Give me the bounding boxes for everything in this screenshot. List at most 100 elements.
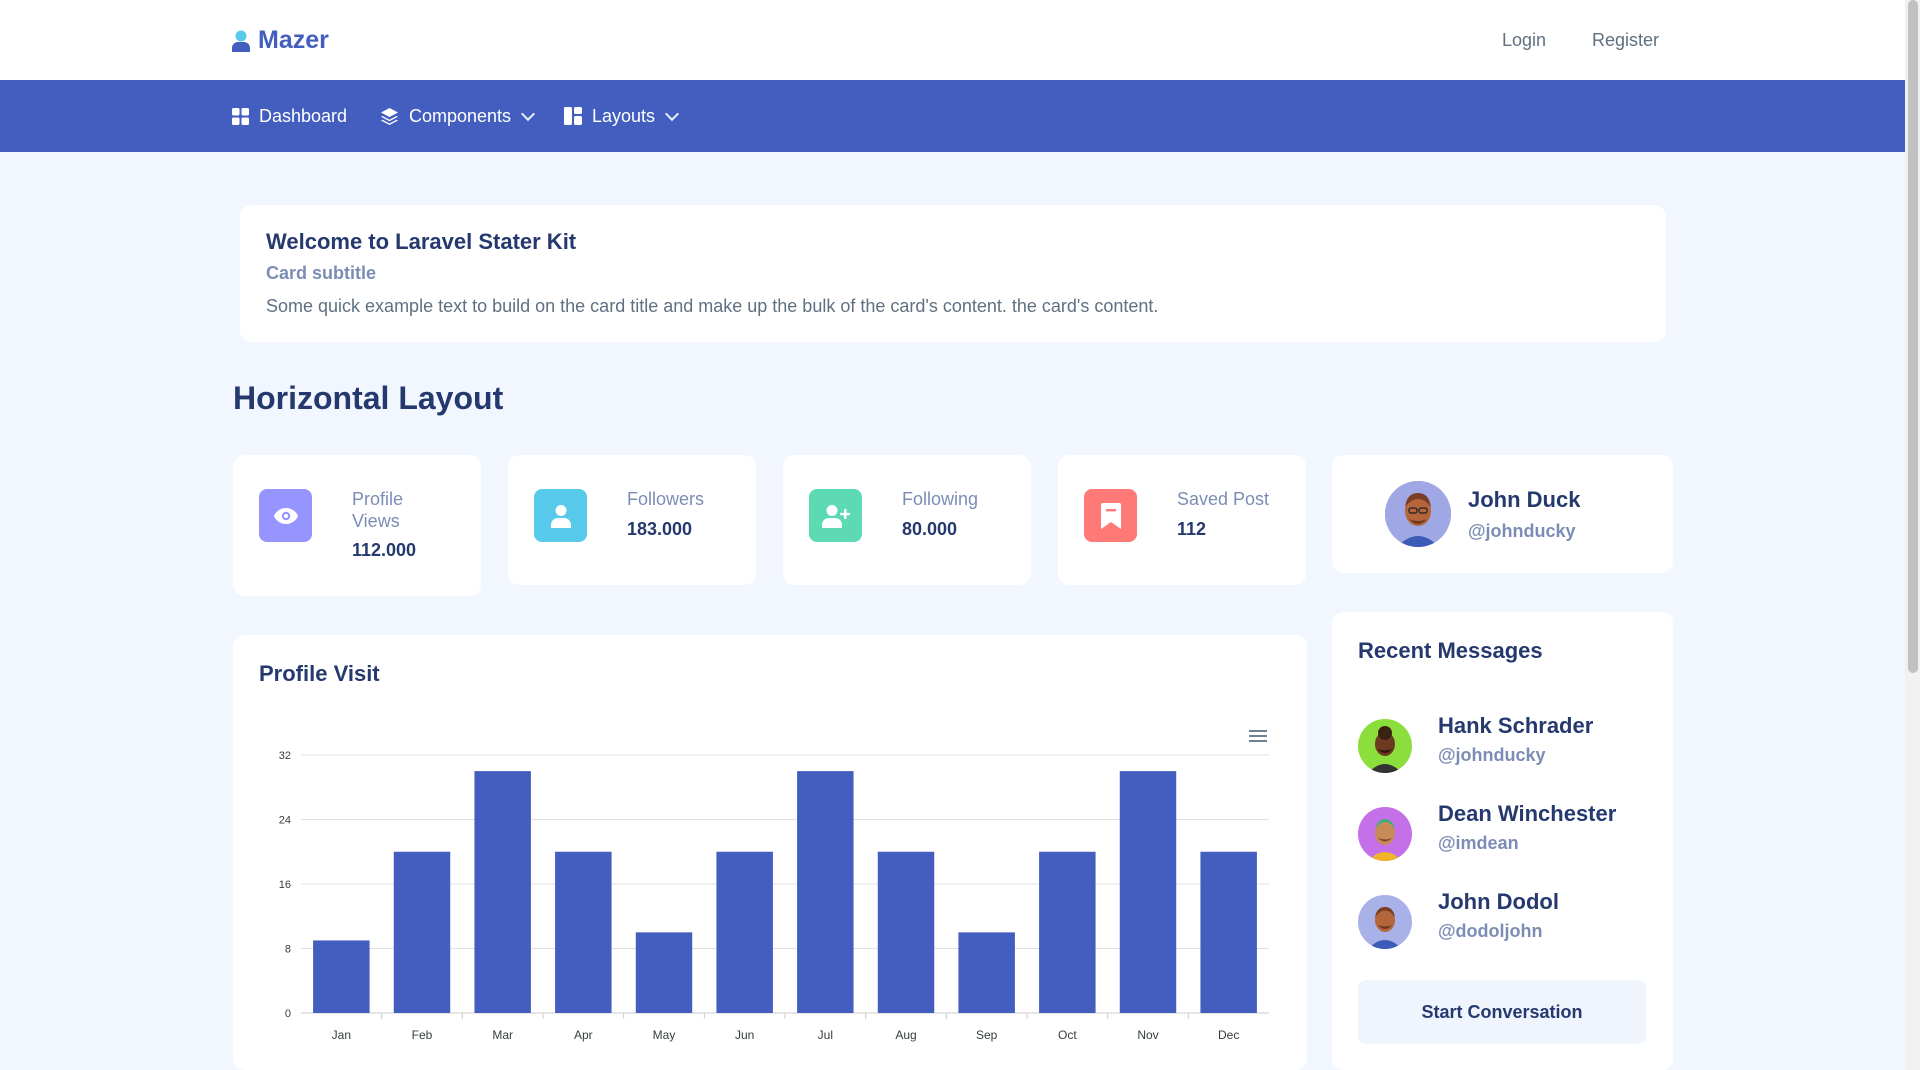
- stat-value: 183.000: [627, 519, 693, 539]
- stat-label: Following: [902, 489, 979, 509]
- person-icon: [232, 30, 250, 52]
- y-tick-label: 0: [285, 1008, 291, 1020]
- brand-logo[interactable]: Mazer: [232, 26, 329, 55]
- x-tick-label: Sep: [976, 1028, 998, 1042]
- stat-card-following: Following 80.000: [783, 455, 1031, 585]
- profile-visit-card: Profile Visit 0 8 16 24 32 Jan Feb Mar Apr May Jun…: [233, 635, 1307, 1070]
- y-tick-label: 8: [285, 944, 291, 956]
- profile-handle: @johnducky: [1468, 521, 1576, 541]
- bar: [716, 851, 773, 1013]
- avatar: [1385, 481, 1451, 547]
- scrollbar-thumb[interactable]: [1908, 0, 1918, 673]
- bookmark-icon: [1100, 502, 1121, 529]
- stat-value: 112.000: [352, 540, 417, 560]
- stat-card-saved-post: Saved Post 112: [1058, 455, 1306, 585]
- start-conversation-button[interactable]: Start Conversation: [1358, 980, 1646, 1044]
- stat-icon-box: [259, 489, 312, 542]
- message-name: Hank Schrader: [1438, 713, 1594, 738]
- chevron-down-icon: [520, 106, 536, 121]
- person-icon: [550, 504, 571, 528]
- nav-item-label: Dashboard: [259, 105, 348, 126]
- stack-icon: [381, 107, 398, 125]
- messages-title: Recent Messages: [1358, 638, 1543, 663]
- bar: [958, 932, 1015, 1013]
- stat-card-profile-views: Profile Views 112.000: [233, 455, 481, 596]
- x-tick-label: Jun: [735, 1028, 754, 1042]
- nav-item-dashboard[interactable]: Dashboard: [232, 80, 347, 152]
- avatar: [1358, 807, 1412, 861]
- card-subtitle: Card subtitle: [266, 263, 377, 283]
- bar: [1119, 771, 1177, 1013]
- stat-icon-box: [534, 489, 587, 542]
- stat-value: 80.000: [902, 519, 958, 539]
- bar: [877, 851, 935, 1013]
- message-handle: @dodoljohn: [1438, 921, 1543, 941]
- brand-name: Mazer: [258, 26, 329, 54]
- layout-icon: [564, 107, 582, 125]
- stat-label: Profile Views: [352, 488, 403, 532]
- avatar-illustration: [1358, 807, 1412, 861]
- bar: [797, 771, 854, 1013]
- eye-icon: [273, 507, 298, 524]
- stat-icon-box: [1084, 489, 1137, 542]
- bar: [474, 771, 531, 1013]
- avatar-illustration: [1385, 481, 1451, 547]
- main-navbar: Dashboard Components Layouts: [0, 80, 1905, 152]
- x-tick-label: Feb: [412, 1028, 433, 1042]
- welcome-card: Welcome to Laravel Stater Kit Card subti…: [240, 205, 1666, 342]
- login-link[interactable]: Login: [1502, 30, 1546, 51]
- bar-chart: 0 8 16 24 32 Jan Feb Mar Apr May Jun Jul Aug Sep Oct No…: [279, 750, 1269, 1042]
- message-handle: @johnducky: [1438, 745, 1546, 765]
- bar: [1200, 851, 1257, 1013]
- x-tick-label: Oct: [1058, 1028, 1077, 1042]
- nav-item-layouts[interactable]: Layouts: [564, 80, 680, 152]
- y-tick-label: 16: [279, 879, 291, 891]
- x-tick-label: Jan: [332, 1028, 351, 1042]
- avatar-illustration: [1358, 895, 1412, 949]
- card-text: Some quick example text to build on the …: [266, 296, 1159, 316]
- register-link[interactable]: Register: [1592, 30, 1659, 51]
- profile-card[interactable]: John Duck @johnducky: [1332, 455, 1673, 573]
- stat-value: 112: [1177, 519, 1207, 539]
- stat-label: Saved Post: [1177, 489, 1270, 509]
- bar: [635, 932, 693, 1013]
- y-tick-label: 24: [279, 815, 291, 827]
- bar: [1039, 851, 1096, 1013]
- message-name: John Dodol: [1438, 889, 1559, 914]
- nav-item-label: Components: [409, 105, 512, 126]
- nav-item-label: Layouts: [592, 105, 656, 126]
- top-header: Mazer Login Register: [0, 0, 1905, 80]
- message-name: Dean Winchester: [1438, 801, 1617, 826]
- avatar: [1358, 895, 1412, 949]
- card-title: Welcome to Laravel Stater Kit: [266, 229, 577, 254]
- x-tick-label: Jul: [818, 1028, 833, 1042]
- stat-icon-box: [809, 489, 862, 542]
- bar: [313, 940, 370, 1013]
- x-tick-label: Aug: [895, 1028, 916, 1042]
- profile-name: John Duck: [1468, 487, 1581, 512]
- message-item[interactable]: Dean Winchester @imdean: [1358, 801, 1658, 861]
- x-tick-label: Dec: [1218, 1028, 1239, 1042]
- stat-label-line: Profile: [352, 489, 404, 509]
- message-item[interactable]: John Dodol @dodoljohn: [1358, 889, 1658, 949]
- avatar-illustration: [1358, 719, 1412, 773]
- x-tick-label: Nov: [1137, 1028, 1158, 1042]
- recent-messages-card: Recent Messages Hank Schrader @johnducky: [1332, 612, 1673, 1070]
- y-tick-label: 32: [279, 750, 291, 762]
- stat-label-line: Views: [352, 511, 400, 531]
- x-tick-label: Mar: [492, 1028, 513, 1042]
- x-tick-label: May: [653, 1028, 676, 1042]
- stat-label: Followers: [627, 489, 705, 509]
- x-tick-label: Apr: [574, 1028, 593, 1042]
- chevron-down-icon: [664, 106, 680, 121]
- avatar: [1358, 719, 1412, 773]
- bar: [555, 851, 612, 1013]
- page-title: Horizontal Layout: [233, 380, 504, 416]
- person-plus-icon: [821, 504, 850, 528]
- stat-card-followers: Followers 183.000: [508, 455, 756, 585]
- bar: [393, 851, 451, 1013]
- message-item[interactable]: Hank Schrader @johnducky: [1358, 713, 1658, 773]
- nav-item-components[interactable]: Components: [380, 80, 536, 152]
- grid-icon: [232, 107, 249, 125]
- message-handle: @imdean: [1438, 833, 1519, 853]
